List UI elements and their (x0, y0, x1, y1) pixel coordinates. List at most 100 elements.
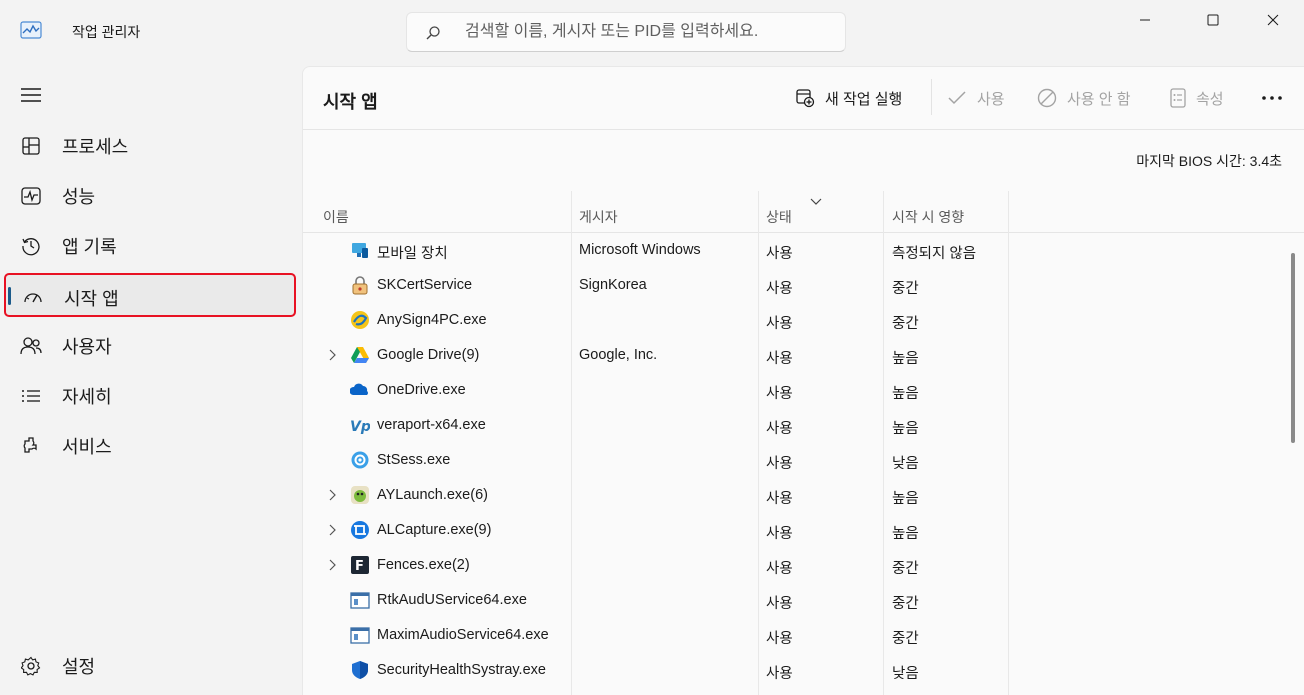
cell-startup-impact: 측정되지 않음 (892, 246, 977, 262)
cell-startup-impact: 낮음 (892, 456, 919, 472)
cell-name: RtkAudUService64.exe (377, 592, 527, 608)
cell-name: SKCertService (377, 277, 473, 293)
processes-icon (20, 135, 42, 157)
svg-text:F: F (355, 559, 364, 574)
sidebar-item-details[interactable]: 자세히 (4, 373, 296, 417)
table-row[interactable]: AYLaunch.exe(6) 사용 높음 (303, 478, 1291, 513)
gear-icon (350, 450, 370, 470)
table-row[interactable]: SKCertService SignKorea 사용 중간 (303, 268, 1291, 303)
column-header-status[interactable]: 상태 (766, 207, 792, 227)
cell-startup-impact: 중간 (892, 631, 919, 647)
run-new-task-label: 새 작업 실행 (825, 90, 903, 108)
alcapture-icon (350, 520, 370, 540)
cell-status: 사용 (766, 666, 793, 682)
new-task-icon (796, 89, 815, 108)
more-options-button[interactable] (1261, 85, 1283, 111)
chevron-right-icon[interactable] (327, 349, 337, 361)
task-manager-icon (20, 21, 42, 39)
table-row[interactable]: RtkAudUService64.exe 사용 중간 (303, 583, 1291, 618)
disable-button[interactable]: 사용 안 함 (1037, 85, 1131, 111)
cell-status: 사용 (766, 421, 793, 437)
enable-button[interactable]: 사용 (947, 85, 1005, 111)
sidebar-item-processes[interactable]: 프로세스 (4, 123, 296, 167)
table-row[interactable]: Google Drive(9) Google, Inc. 사용 높음 (303, 338, 1291, 373)
maximize-icon (1207, 14, 1219, 26)
table-row[interactable]: OneDrive.exe 사용 높음 (303, 373, 1291, 408)
minimize-icon (1140, 19, 1150, 21)
run-new-task-button[interactable]: 새 작업 실행 (795, 85, 902, 111)
search-icon (426, 26, 440, 40)
disable-label: 사용 안 함 (1067, 90, 1131, 108)
minimize-button[interactable] (1122, 0, 1168, 40)
app-title: 작업 관리자 (72, 24, 141, 40)
table-row[interactable]: MaximAudioService64.exe 사용 중간 (303, 618, 1291, 653)
sidebar-item-settings[interactable]: 설정 (4, 643, 296, 687)
cell-startup-impact: 높음 (892, 526, 919, 542)
cell-startup-impact: 중간 (892, 596, 919, 612)
settings-label: 설정 (62, 657, 96, 677)
title-bar: 작업 관리자 (0, 0, 1304, 64)
fences-icon: F (350, 555, 370, 575)
column-header-startup-impact[interactable]: 시작 시 영향 (892, 207, 964, 227)
search-box[interactable] (406, 12, 846, 52)
sidebar-item-app-history[interactable]: 앱 기록 (4, 223, 296, 267)
cell-status: 사용 (766, 351, 793, 367)
table-body: 모바일 장치 Microsoft Windows 사용 측정되지 않음 SKCertSe… (303, 233, 1291, 688)
services-icon (20, 435, 42, 457)
bios-time-label: 마지막 BIOS 시간: (1136, 153, 1246, 169)
page-title: 시작 앱 (323, 92, 378, 112)
cell-status: 사용 (766, 526, 793, 542)
anysign-icon (350, 310, 370, 330)
app-history-icon (20, 235, 42, 257)
sidebar-item-label: 앱 기록 (62, 237, 117, 257)
veraport-icon: Vp (350, 415, 371, 435)
sidebar-item-performance[interactable]: 성능 (4, 173, 296, 217)
table-row[interactable]: SecurityHealthSystray.exe 사용 낮음 (303, 653, 1291, 688)
startup-apps-icon (22, 287, 44, 309)
table-row[interactable]: Vp veraport-x64.exe 사용 높음 (303, 408, 1291, 443)
table-row[interactable]: F Fences.exe(2) 사용 중간 (303, 548, 1291, 583)
table-row[interactable]: AnySign4PC.exe 사용 중간 (303, 303, 1291, 338)
properties-icon (1170, 88, 1186, 108)
table-row[interactable]: StSess.exe 사용 낮음 (303, 443, 1291, 478)
table-row[interactable]: ALCapture.exe(9) 사용 높음 (303, 513, 1291, 548)
hamburger-menu-icon[interactable] (20, 86, 42, 104)
table-header: 이름 게시자 상태 시작 시 영향 (303, 191, 1304, 233)
cell-startup-impact: 중간 (892, 561, 919, 577)
sidebar-item-startup-apps[interactable]: 시작 앱 (4, 273, 296, 317)
chevron-right-icon[interactable] (327, 524, 337, 536)
gear-icon (20, 655, 42, 677)
sidebar-item-label: 시작 앱 (64, 289, 119, 309)
cell-status: 사용 (766, 316, 793, 332)
mobile-devices-icon (350, 240, 370, 260)
shield-icon (350, 660, 370, 680)
table-row[interactable]: 모바일 장치 Microsoft Windows 사용 측정되지 않음 (303, 233, 1291, 268)
vertical-scrollbar[interactable] (1291, 253, 1295, 443)
sidebar-item-services[interactable]: 서비스 (4, 423, 296, 467)
properties-button[interactable]: 속성 (1170, 85, 1224, 111)
chevron-right-icon[interactable] (327, 559, 337, 571)
cell-status: 사용 (766, 456, 793, 472)
sidebar: 프로세스 성능 앱 기록 시작 앱 사용자 자세히 서비스 설정 (0, 64, 300, 695)
maximize-button[interactable] (1190, 0, 1236, 40)
properties-label: 속성 (1196, 90, 1224, 108)
sidebar-item-label: 성능 (62, 187, 96, 207)
sidebar-item-users[interactable]: 사용자 (4, 323, 296, 367)
performance-icon (20, 185, 42, 207)
cell-name: AnySign4PC.exe (377, 312, 487, 328)
cell-status: 사용 (766, 491, 793, 507)
cell-status: 사용 (766, 561, 793, 577)
lock-icon (350, 275, 370, 295)
close-button[interactable] (1250, 0, 1296, 40)
column-header-publisher[interactable]: 게시자 (579, 207, 618, 227)
bios-time-value: 3.4초 (1249, 153, 1282, 169)
svg-text:Vp: Vp (350, 419, 370, 435)
column-header-name[interactable]: 이름 (323, 207, 349, 227)
enable-label: 사용 (977, 90, 1005, 108)
cell-startup-impact: 중간 (892, 281, 919, 297)
app-window-icon (350, 625, 370, 645)
google-drive-icon (350, 345, 370, 365)
search-input[interactable] (465, 21, 835, 43)
aylaunch-icon (350, 485, 370, 505)
chevron-right-icon[interactable] (327, 489, 337, 501)
